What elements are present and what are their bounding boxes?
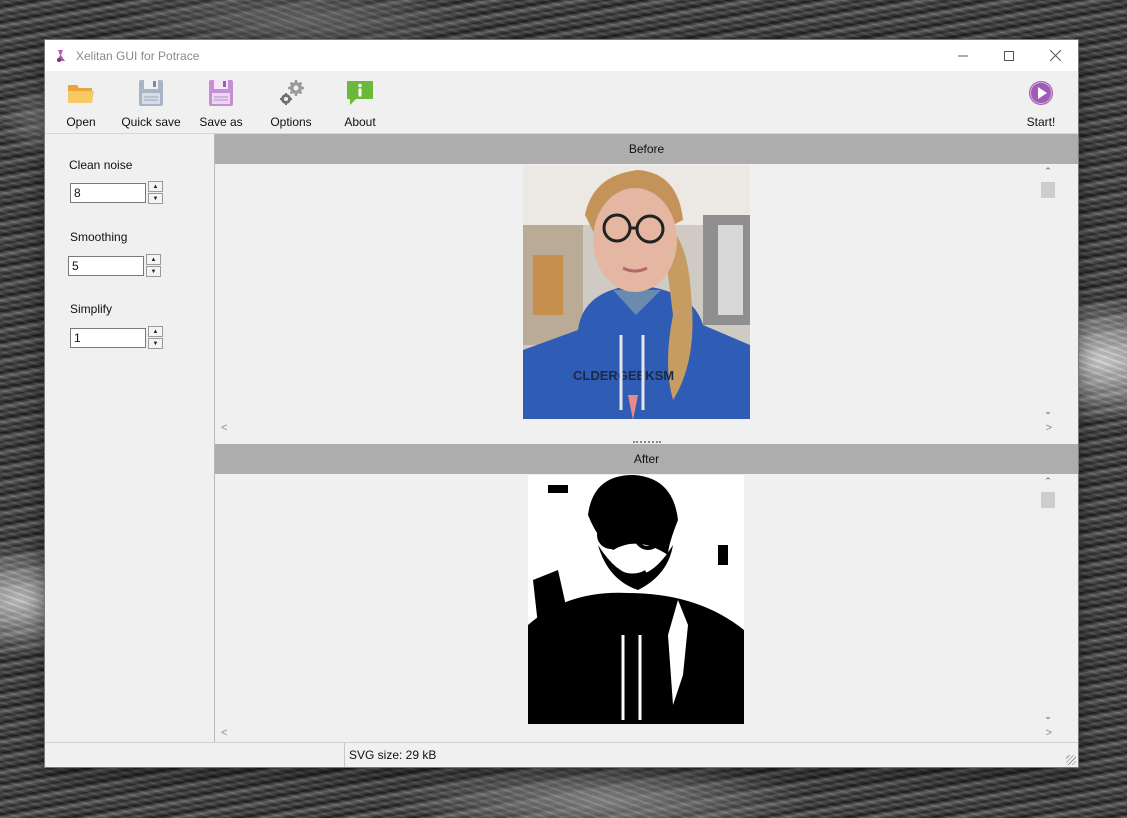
after-scroll-thumb[interactable]: [1041, 492, 1055, 508]
toolbar: Open Quick save Save as Options About St…: [45, 71, 1078, 134]
window-title: Xelitan GUI for Potrace: [76, 48, 200, 63]
scroll-up-arrow-icon[interactable]: ⌃: [1038, 476, 1058, 487]
maximize-icon: [1004, 50, 1014, 61]
close-icon: [1049, 50, 1061, 61]
scroll-down-arrow-icon[interactable]: ⌄: [1038, 711, 1058, 722]
scroll-right-arrow-icon[interactable]: >: [1046, 727, 1052, 739]
scroll-left-arrow-icon[interactable]: <: [221, 422, 227, 434]
maximize-button[interactable]: [986, 40, 1032, 71]
gears-icon: [280, 80, 304, 105]
potrace-app-icon: [54, 49, 68, 63]
clean-noise-down-arrow[interactable]: ▼: [148, 193, 163, 204]
app-window: Xelitan GUI for Potrace Open Quick save …: [45, 40, 1078, 767]
resize-grip-icon[interactable]: [1066, 755, 1076, 765]
before-pane-header: Before: [215, 134, 1078, 164]
simplify-down-arrow[interactable]: ▼: [148, 338, 163, 349]
smoothing-label: Smoothing: [70, 230, 128, 244]
options-button[interactable]: Options: [256, 77, 326, 129]
save-as-button[interactable]: Save as: [186, 77, 256, 129]
simplify-spinner[interactable]: ▲ ▼: [70, 326, 163, 349]
after-pane-header: After: [215, 444, 1078, 474]
scroll-up-arrow-icon[interactable]: ⌃: [1038, 166, 1058, 177]
about-label: About: [344, 115, 376, 129]
before-horizontal-scrollbar[interactable]: < >: [215, 419, 1058, 439]
floppy-disk-icon: [139, 80, 163, 106]
simplify-label: Simplify: [70, 302, 113, 316]
before-title: Before: [628, 142, 665, 156]
simplify-input[interactable]: [70, 327, 146, 348]
after-image-view[interactable]: ⌃ ⌄: [215, 474, 1058, 724]
scroll-right-arrow-icon[interactable]: >: [1046, 422, 1052, 434]
floppy-disk-purple-icon: [209, 80, 233, 106]
start-button[interactable]: Start!: [1006, 77, 1076, 129]
clean-noise-up-arrow[interactable]: ▲: [148, 181, 163, 192]
after-title: After: [633, 452, 660, 466]
smoothing-up-arrow[interactable]: ▲: [146, 254, 161, 265]
folder-icon: [68, 85, 94, 103]
before-vertical-scrollbar[interactable]: ⌃ ⌄: [1038, 164, 1058, 419]
minimize-button[interactable]: [940, 40, 986, 71]
before-photo: CLDERGEEKSM: [523, 165, 750, 419]
smoothing-spinner[interactable]: ▲ ▼: [68, 254, 161, 277]
quick-save-label: Quick save: [121, 115, 181, 129]
minimize-icon: [958, 55, 968, 56]
open-label: Open: [66, 115, 96, 129]
about-button[interactable]: About: [325, 77, 395, 129]
scroll-left-arrow-icon[interactable]: <: [221, 727, 227, 739]
open-button[interactable]: Open: [46, 77, 116, 129]
status-cell-empty: [45, 743, 345, 767]
after-horizontal-scrollbar[interactable]: < >: [215, 724, 1058, 744]
svg-text:CLDERGEEKSM: CLDERGEEKSM: [573, 368, 674, 383]
svg-size-status: SVG size: 29 kB: [349, 748, 437, 762]
quick-save-button[interactable]: Quick save: [116, 77, 186, 129]
close-button[interactable]: [1032, 40, 1078, 71]
play-circle-icon: [1029, 81, 1053, 105]
options-label: Options: [270, 115, 312, 129]
before-image-view[interactable]: CLDERGEEKSM ⌃ ⌄: [215, 164, 1058, 419]
before-scroll-thumb[interactable]: [1041, 182, 1055, 198]
clean-noise-input[interactable]: [70, 182, 146, 203]
smoothing-down-arrow[interactable]: ▼: [146, 266, 161, 277]
info-bubble-icon: [347, 81, 373, 105]
smoothing-input[interactable]: [68, 255, 144, 276]
scroll-down-arrow-icon[interactable]: ⌄: [1038, 406, 1058, 417]
title-bar[interactable]: Xelitan GUI for Potrace: [45, 40, 1078, 71]
simplify-up-arrow[interactable]: ▲: [148, 326, 163, 337]
after-traced-image: [528, 475, 744, 724]
parameters-sidebar: Clean noise ▲ ▼ Smoothing ▲ ▼ Simplify ▲: [45, 134, 215, 743]
after-vertical-scrollbar[interactable]: ⌃ ⌄: [1038, 474, 1058, 724]
clean-noise-spinner[interactable]: ▲ ▼: [70, 181, 163, 204]
start-label: Start!: [1026, 115, 1056, 129]
window-controls: [940, 40, 1078, 71]
status-bar: SVG size: 29 kB: [45, 742, 1078, 767]
save-as-label: Save as: [199, 115, 243, 129]
clean-noise-label: Clean noise: [69, 158, 133, 172]
